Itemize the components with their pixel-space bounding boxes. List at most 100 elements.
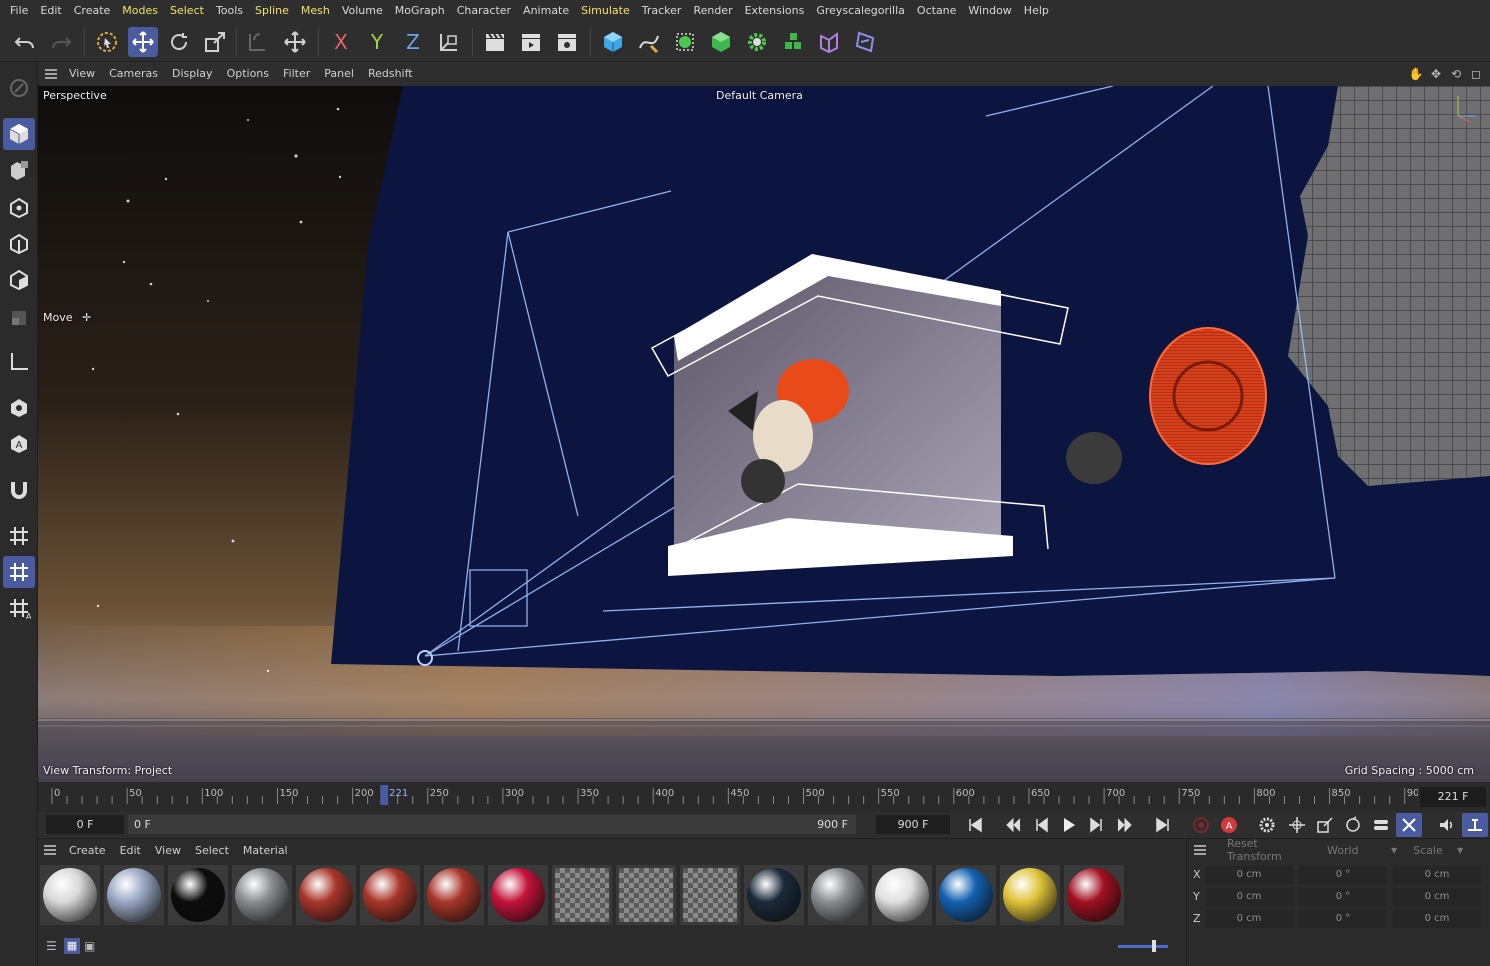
workplane-align-button[interactable]: A (3, 592, 35, 624)
z-axis-lock-button[interactable]: Z (398, 27, 428, 57)
render-to-picture-viewer-button[interactable] (516, 27, 546, 57)
pan-hand-icon[interactable]: ✋ (1408, 66, 1424, 82)
render-view-button[interactable] (480, 27, 510, 57)
menu-edit[interactable]: Edit (34, 0, 67, 22)
live-selection-button[interactable] (92, 27, 122, 57)
material-swatch[interactable] (296, 865, 356, 925)
next-keyframe-button[interactable] (1112, 813, 1138, 837)
snap-button[interactable] (3, 474, 35, 506)
key-scale-button[interactable] (1312, 813, 1338, 837)
menu-tracker[interactable]: Tracker (636, 0, 688, 22)
coord-rot-field[interactable]: 0 ° (1299, 866, 1387, 884)
keyframe-settings-button[interactable] (1254, 813, 1280, 837)
key-parameter-button[interactable] (1368, 813, 1394, 837)
material-menu-view[interactable]: View (148, 844, 188, 857)
prev-frame-button[interactable] (1028, 813, 1054, 837)
sound-button[interactable] (1434, 813, 1460, 837)
viewport-menu-cameras[interactable]: Cameras (102, 62, 165, 86)
large-view-icon[interactable]: ▣ (84, 939, 98, 953)
space-dropdown[interactable]: World (1321, 844, 1401, 857)
menu-octane[interactable]: Octane (911, 0, 963, 22)
mode-dropdown[interactable]: Scale (1407, 844, 1457, 857)
menu-mograph[interactable]: MoGraph (389, 0, 451, 22)
coord-pos-field[interactable]: 0 cm (1205, 888, 1293, 906)
material-swatch[interactable] (1000, 865, 1060, 925)
dolly-icon[interactable]: ✥ (1428, 66, 1444, 82)
move-tool-button[interactable] (128, 27, 158, 57)
last-tool-button[interactable] (242, 27, 272, 57)
redo-button[interactable] (46, 27, 76, 57)
transform-tool-button[interactable] (280, 27, 310, 57)
edit-pen-button[interactable] (3, 72, 35, 104)
menu-spline[interactable]: Spline (249, 0, 295, 22)
menu-modes[interactable]: Modes (116, 0, 164, 22)
viewport-menu-display[interactable]: Display (165, 62, 220, 86)
current-frame-field[interactable]: 221 F (1420, 787, 1486, 807)
coord-scale-field[interactable]: 0 cm (1393, 910, 1481, 928)
material-swatch[interactable] (680, 865, 740, 925)
list-view-icon[interactable]: ☰ (46, 939, 60, 953)
cloner-button[interactable] (742, 27, 772, 57)
coord-rot-field[interactable]: 0 ° (1299, 888, 1387, 906)
deformer-button[interactable] (814, 27, 844, 57)
menu-character[interactable]: Character (451, 0, 517, 22)
maximize-view-icon[interactable]: ◻ (1468, 66, 1484, 82)
go-to-end-button[interactable] (1150, 813, 1176, 837)
extrude-button[interactable] (706, 27, 736, 57)
material-swatch[interactable] (1064, 865, 1124, 925)
material-menu-edit[interactable]: Edit (113, 844, 148, 857)
menu-render[interactable]: Render (687, 0, 738, 22)
end-frame-field[interactable]: 900 F (876, 815, 950, 834)
coord-pos-field[interactable]: 0 cm (1205, 866, 1293, 884)
material-swatch[interactable] (488, 865, 548, 925)
record-button[interactable] (1188, 813, 1214, 837)
menu-greyscalegorilla[interactable]: Greyscalegorilla (810, 0, 911, 22)
subdivision-surface-button[interactable] (670, 27, 700, 57)
material-swatch[interactable] (40, 865, 100, 925)
swatch-size-slider[interactable] (1118, 945, 1168, 948)
material-swatch[interactable] (424, 865, 484, 925)
render-settings-button[interactable] (552, 27, 582, 57)
menu-tools[interactable]: Tools (210, 0, 249, 22)
material-swatch[interactable] (808, 865, 868, 925)
viewport-menu-redshift[interactable]: Redshift (361, 62, 420, 86)
animation-mode-button[interactable]: A (3, 428, 35, 460)
viewport-projection-label[interactable]: Perspective (43, 89, 107, 102)
material-swatch[interactable] (104, 865, 164, 925)
key-position-button[interactable] (1284, 813, 1310, 837)
solo-mode-button[interactable] (3, 392, 35, 424)
polygons-mode-button[interactable] (3, 264, 35, 296)
material-menu-select[interactable]: Select (188, 844, 236, 857)
material-swatch[interactable] (552, 865, 612, 925)
cube-button[interactable] (598, 27, 628, 57)
material-swatch[interactable] (360, 865, 420, 925)
play-button[interactable] (1056, 813, 1082, 837)
workplane-button[interactable] (3, 520, 35, 552)
frame-range-slider[interactable]: 0 F 900 F (128, 815, 856, 834)
y-axis-lock-button[interactable]: Y (362, 27, 392, 57)
menu-animate[interactable]: Animate (517, 0, 575, 22)
mograph-button[interactable] (778, 27, 808, 57)
grid-view-icon[interactable]: ▦ (64, 938, 80, 954)
viewport-3d[interactable]: Perspective Default Camera Move ✛ View T… (38, 86, 1490, 782)
points-mode-button[interactable] (3, 192, 35, 224)
field-button[interactable] (850, 27, 880, 57)
viewport-menu-options[interactable]: Options (220, 62, 276, 86)
rotate-tool-button[interactable] (164, 27, 194, 57)
prev-keyframe-button[interactable] (1000, 813, 1026, 837)
material-menu-button[interactable] (38, 839, 62, 861)
coordinates-menu-button[interactable] (1187, 839, 1213, 861)
coord-scale-field[interactable]: 0 cm (1393, 866, 1481, 884)
material-menu-material[interactable]: Material (236, 844, 295, 857)
menu-mesh[interactable]: Mesh (295, 0, 336, 22)
next-frame-button[interactable] (1084, 813, 1110, 837)
spline-pen-button[interactable] (634, 27, 664, 57)
texture-mode-button[interactable] (3, 154, 35, 186)
menu-select[interactable]: Select (164, 0, 210, 22)
menu-help[interactable]: Help (1018, 0, 1055, 22)
start-frame-field[interactable]: 0 F (46, 815, 124, 834)
coord-pos-field[interactable]: 0 cm (1205, 910, 1293, 928)
timeline-ruler[interactable]: 0 50 100 150 200 250 300 350 400 450 500 550 600 650 7… (38, 782, 1490, 812)
material-swatch[interactable] (936, 865, 996, 925)
material-swatch[interactable] (232, 865, 292, 925)
